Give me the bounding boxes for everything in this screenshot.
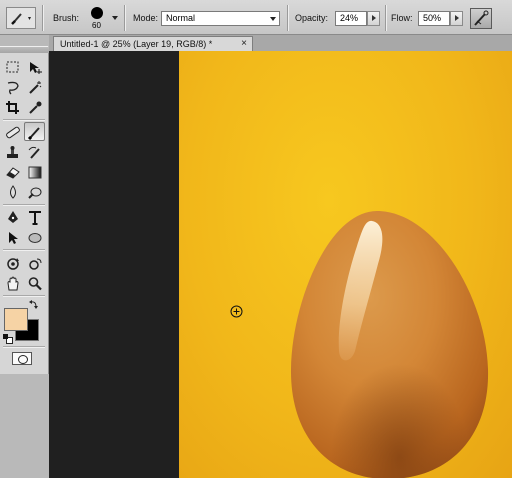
- pen-tool-icon: [8, 211, 18, 223]
- gradient-tool[interactable]: [25, 163, 46, 182]
- separator: [42, 5, 44, 31]
- healing-brush-icon: [6, 126, 20, 139]
- hand-tool-icon: [7, 276, 19, 291]
- airbrush-icon: [474, 10, 489, 26]
- magic-wand-tool[interactable]: [25, 78, 46, 97]
- mode-value: Normal: [166, 13, 196, 23]
- brush-cursor: [230, 305, 243, 318]
- airbrush-toggle[interactable]: [470, 8, 492, 29]
- clone-stamp-icon: [7, 146, 18, 158]
- flow-input[interactable]: 50%: [418, 11, 450, 26]
- default-colors-icon[interactable]: [3, 334, 13, 344]
- brush-tip-icon: [91, 7, 103, 19]
- separator: [287, 5, 289, 31]
- dodge-tool[interactable]: [25, 183, 46, 202]
- mode-select[interactable]: Normal: [161, 11, 280, 26]
- chevron-down-icon: [112, 16, 118, 20]
- opacity-label: Opacity:: [295, 13, 329, 23]
- type-tool[interactable]: [25, 208, 46, 227]
- foreground-color-swatch[interactable]: [4, 308, 28, 331]
- healing-brush-tool[interactable]: [3, 123, 24, 142]
- brush-preset-icon: [6, 7, 36, 29]
- move-tool-icon: [30, 62, 42, 74]
- path-selection-icon: [9, 232, 18, 244]
- toolbox-divider: [3, 204, 45, 206]
- swap-colors-icon[interactable]: [29, 299, 39, 309]
- hand-tool[interactable]: [3, 274, 24, 293]
- brush-tool-icon: [27, 127, 40, 140]
- separator: [124, 5, 126, 31]
- lasso-tool-icon: [7, 81, 19, 95]
- marquee-tool[interactable]: [3, 58, 24, 77]
- close-icon[interactable]: ×: [241, 38, 247, 49]
- flow-slider-button[interactable]: [450, 11, 463, 26]
- path-selection-tool[interactable]: [3, 228, 24, 247]
- document-tab[interactable]: Untitled-1 @ 25% (Layer 19, RGB/8) * ×: [53, 36, 253, 51]
- separator: [385, 5, 387, 31]
- document-tab-bar: Untitled-1 @ 25% (Layer 19, RGB/8) * ×: [49, 35, 512, 51]
- brush-picker[interactable]: 60: [86, 5, 120, 32]
- flow-label: Flow:: [391, 13, 413, 23]
- pen-tool[interactable]: [3, 208, 24, 227]
- toolbox-divider: [3, 295, 45, 297]
- magic-wand-icon: [29, 81, 42, 94]
- gradient-tool-icon: [28, 166, 42, 179]
- crop-tool[interactable]: [3, 98, 24, 117]
- toolbox-divider: [3, 119, 45, 121]
- document-title: Untitled-1 @ 25% (Layer 19, RGB/8) *: [60, 39, 213, 49]
- tool-preset-picker[interactable]: [6, 7, 36, 29]
- mode-label: Mode:: [133, 13, 159, 23]
- eyedropper-icon: [29, 101, 42, 114]
- eyedropper-tool[interactable]: [25, 98, 46, 117]
- options-bar: Brush: 60 Mode: Normal Opacity: 24% Flow…: [0, 0, 512, 35]
- crop-tool-icon: [6, 101, 19, 114]
- 3d-rotate-icon: [7, 258, 19, 270]
- toolbox: [0, 46, 49, 374]
- lasso-tool[interactable]: [3, 78, 24, 97]
- document-canvas[interactable]: [179, 51, 512, 478]
- blur-tool-icon: [10, 185, 16, 199]
- quick-mask-icon: [18, 355, 28, 364]
- toolbox-divider: [3, 346, 45, 348]
- eraser-icon: [6, 167, 20, 179]
- opacity-input[interactable]: 24%: [335, 11, 367, 26]
- zoom-tool-icon: [28, 277, 42, 291]
- toolbox-grip[interactable]: [0, 47, 49, 53]
- zoom-tool[interactable]: [25, 274, 46, 293]
- shape-tool-icon: [28, 233, 42, 243]
- 3d-orbit-icon: [29, 258, 42, 270]
- history-brush-icon: [28, 146, 40, 159]
- clone-stamp-tool[interactable]: [3, 143, 24, 162]
- type-tool-icon: [29, 211, 41, 225]
- shape-tool[interactable]: [25, 228, 46, 247]
- blur-tool[interactable]: [3, 183, 24, 202]
- brush-size: 60: [92, 21, 101, 30]
- dodge-tool-icon: [28, 187, 42, 199]
- opacity-slider-button[interactable]: [367, 11, 380, 26]
- history-brush-tool[interactable]: [25, 143, 46, 162]
- pasteboard: [49, 51, 179, 478]
- egg-image: [290, 211, 489, 478]
- chevron-down-icon: [270, 17, 276, 21]
- marquee-tool-icon: [6, 61, 19, 73]
- brush-label: Brush:: [53, 13, 80, 23]
- eraser-tool[interactable]: [3, 163, 24, 182]
- brush-tool[interactable]: [24, 122, 45, 141]
- toolbox-divider: [3, 249, 45, 251]
- 3d-rotate-tool[interactable]: [3, 254, 24, 273]
- move-tool[interactable]: [25, 58, 46, 77]
- quick-mask-button[interactable]: [12, 352, 32, 365]
- 3d-orbit-tool[interactable]: [25, 254, 46, 273]
